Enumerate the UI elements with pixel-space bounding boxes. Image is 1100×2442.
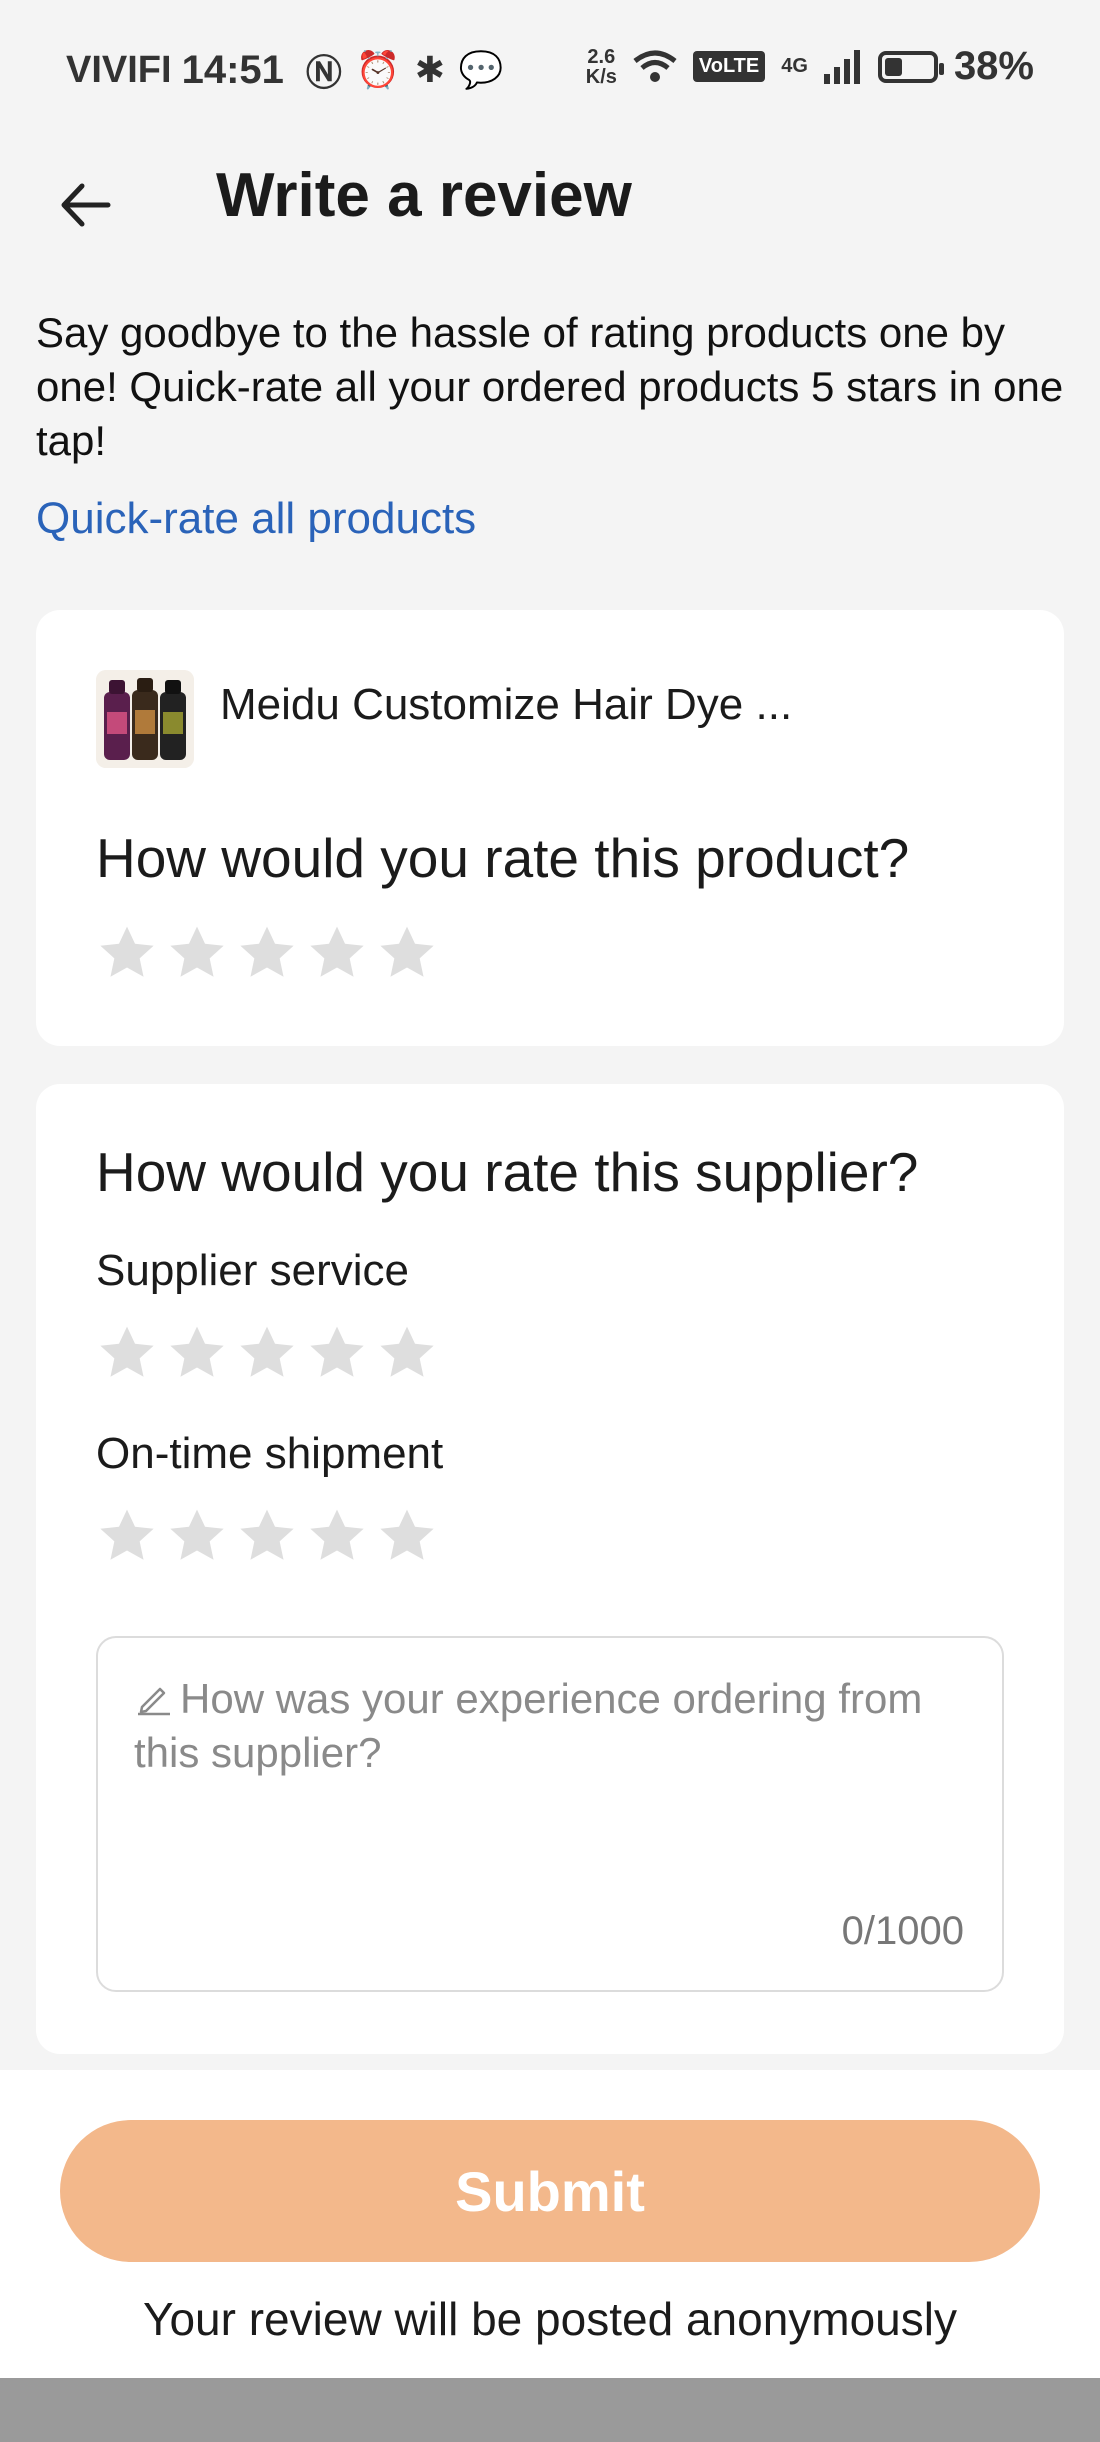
status-right: 2.6 K/s VoLTE 4G 38%	[586, 44, 1034, 89]
star-icon[interactable]	[166, 1322, 228, 1384]
battery-percent: 38%	[953, 44, 1034, 88]
net-speed: 2.6 K/s	[586, 47, 617, 87]
battery-icon	[877, 50, 944, 83]
product-rating-card: Meidu Customize Hair Dye ... How would y…	[36, 610, 1064, 1046]
status-bar: VIVIFI 14:51 Ⓝ ⏰ ✱ 💬 2.6 K/s VoLTE 4G 38…	[0, 0, 1100, 140]
on-time-shipment-star-rating[interactable]	[96, 1505, 438, 1567]
star-icon[interactable]	[166, 1505, 228, 1567]
quick-rate-all-link[interactable]: Quick-rate all products	[36, 494, 476, 544]
nfc-icon: Ⓝ	[305, 52, 342, 93]
battery-fill	[884, 57, 902, 76]
app-header: Write a review	[0, 140, 1100, 260]
star-icon[interactable]	[96, 1322, 158, 1384]
comment-placeholder: How was your experience ordering from th…	[134, 1675, 923, 1776]
volte-badge: VoLTE	[692, 51, 766, 82]
star-icon[interactable]	[376, 922, 438, 984]
alarm-icon: ⏰	[355, 49, 401, 90]
bottom-action-bar: Submit Your review will be posted anonym…	[0, 2070, 1100, 2378]
back-arrow-icon	[61, 183, 111, 227]
bluetooth-icon: ✱	[414, 49, 445, 90]
star-icon[interactable]	[96, 1505, 158, 1567]
pencil-icon	[138, 1687, 170, 1716]
system-nav-bar	[0, 2378, 1100, 2442]
supplier-rating-question: How would you rate this supplier?	[96, 1141, 919, 1203]
messenger-icon: 💬	[458, 49, 504, 90]
supplier-rating-card: How would you rate this supplier? Suppli…	[36, 1084, 1064, 2054]
net-speed-value: 2.6	[587, 45, 616, 68]
star-icon[interactable]	[306, 1505, 368, 1567]
supplier-service-label: Supplier service	[96, 1246, 410, 1295]
back-button[interactable]	[50, 170, 120, 240]
carrier-name: VIVIFI	[66, 48, 172, 91]
star-icon[interactable]	[376, 1322, 438, 1384]
star-icon[interactable]	[306, 922, 368, 984]
net-speed-unit: K/s	[585, 65, 617, 88]
supplier-service-star-rating[interactable]	[96, 1322, 438, 1384]
clock: 14:51	[181, 47, 284, 92]
status-left: VIVIFI 14:51 Ⓝ ⏰ ✱ 💬	[66, 44, 504, 96]
star-icon[interactable]	[236, 1505, 298, 1567]
anonymous-note: Your review will be posted anonymously	[143, 2293, 957, 2345]
on-time-shipment-label: On-time shipment	[96, 1429, 444, 1478]
star-icon[interactable]	[166, 922, 228, 984]
product-rating-question: How would you rate this product?	[96, 827, 910, 889]
star-icon[interactable]	[306, 1322, 368, 1384]
star-icon[interactable]	[236, 1322, 298, 1384]
page-title: Write a review	[216, 161, 632, 230]
submit-button[interactable]: Submit	[60, 2120, 1040, 2262]
star-icon[interactable]	[376, 1505, 438, 1567]
star-icon[interactable]	[96, 922, 158, 984]
product-thumbnail[interactable]	[96, 670, 194, 768]
star-icon[interactable]	[236, 922, 298, 984]
quick-rate-intro: Say goodbye to the hassle of rating prod…	[36, 309, 1064, 464]
product-name[interactable]: Meidu Customize Hair Dye ...	[220, 670, 792, 740]
wifi-icon	[633, 50, 677, 82]
supplier-comment-field[interactable]: How was your experience ordering from th…	[96, 1636, 1004, 1992]
status-icons: Ⓝ ⏰ ✱ 💬	[306, 44, 504, 96]
character-counter: 0/1000	[841, 1909, 964, 1953]
comment-placeholder-wrap: How was your experience ordering from th…	[134, 1672, 954, 1780]
network-type: 4G	[781, 55, 808, 77]
hair-dye-bottles-image	[96, 670, 194, 768]
product-star-rating[interactable]	[96, 922, 438, 984]
signal-icon	[823, 49, 860, 84]
